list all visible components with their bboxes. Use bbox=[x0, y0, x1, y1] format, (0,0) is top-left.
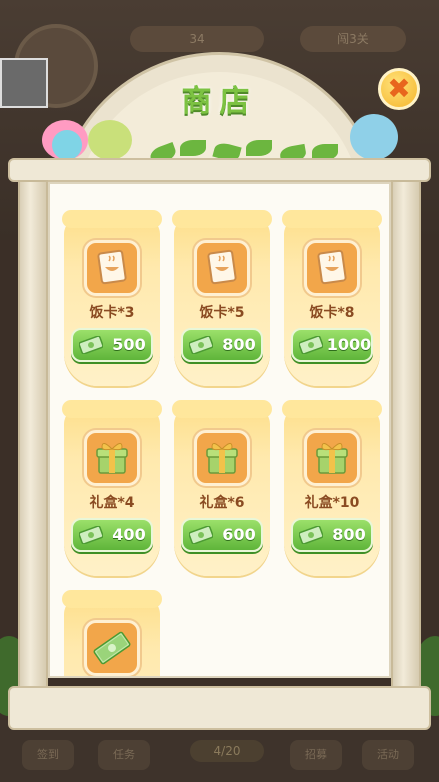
cash-icon bbox=[189, 336, 213, 354]
gift-box-icon bbox=[304, 430, 360, 486]
buy-button[interactable]: 800 bbox=[291, 518, 373, 552]
gift-box-icon bbox=[194, 430, 250, 486]
shop-cornice bbox=[8, 158, 431, 182]
price-label: 400 bbox=[112, 525, 146, 544]
meal-card-icon bbox=[194, 240, 250, 296]
shop-title: 商店 bbox=[181, 84, 258, 119]
shop-item-card bbox=[62, 590, 162, 676]
green-sprout-mascot bbox=[88, 120, 132, 160]
buy-button[interactable]: 800 bbox=[181, 328, 263, 362]
item-name: 礼盒*4 bbox=[89, 495, 135, 511]
shop-base bbox=[8, 686, 431, 730]
item-name: 礼盒*6 bbox=[199, 495, 245, 511]
cash-icon bbox=[79, 526, 103, 544]
leaf-decoration bbox=[246, 140, 272, 156]
shop-title-plate: 商店 bbox=[140, 78, 299, 126]
card-scroll-top bbox=[282, 210, 382, 228]
cash-icon bbox=[79, 336, 103, 354]
item-name: 礼盒*10 bbox=[304, 495, 360, 511]
item-name: 饭卡*3 bbox=[89, 305, 135, 321]
card-scroll-top bbox=[62, 590, 162, 608]
cash-icon bbox=[189, 526, 213, 544]
tab-sign-in: 签到 bbox=[22, 740, 74, 770]
card-scroll-top bbox=[172, 210, 272, 228]
shop-item-card: 饭卡*8 1000 bbox=[282, 210, 382, 386]
shop-item-card: 礼盒*4 400 bbox=[62, 400, 162, 576]
blue-bird-mascot bbox=[350, 114, 398, 160]
cash-bundle-icon bbox=[84, 620, 140, 676]
cash-icon bbox=[299, 336, 323, 354]
item-name: 饭卡*5 bbox=[199, 305, 245, 321]
tab-recruit: 招募 bbox=[290, 740, 342, 770]
meal-card-icon bbox=[304, 240, 360, 296]
item-name: 饭卡*8 bbox=[309, 305, 355, 321]
shop-item-card: 礼盒*10 800 bbox=[282, 400, 382, 576]
buy-button[interactable]: 600 bbox=[181, 518, 263, 552]
buy-button[interactable]: 400 bbox=[71, 518, 153, 552]
price-label: 800 bbox=[332, 525, 366, 544]
currency-counter: 34 bbox=[130, 26, 264, 52]
meal-card-icon bbox=[84, 240, 140, 296]
tab-events: 活动 bbox=[362, 740, 414, 770]
tab-tasks: 任务 bbox=[98, 740, 150, 770]
level-indicator: 闯3关 bbox=[300, 26, 406, 52]
leaf-decoration bbox=[180, 140, 206, 156]
price-label: 800 bbox=[222, 335, 256, 354]
price-label: 600 bbox=[222, 525, 256, 544]
buy-button[interactable]: 1000 bbox=[291, 328, 373, 362]
blue-creature-mascot bbox=[52, 130, 82, 160]
card-scroll-top bbox=[282, 400, 382, 418]
gift-box-icon bbox=[84, 430, 140, 486]
price-label: 500 bbox=[112, 335, 146, 354]
right-pillar bbox=[391, 180, 421, 688]
shop-item-card: 礼盒*6 600 bbox=[172, 400, 272, 576]
shop-item-card: 饭卡*3 500 bbox=[62, 210, 162, 386]
card-scroll-top bbox=[62, 210, 162, 228]
shop-item-card: 饭卡*5 800 bbox=[172, 210, 272, 386]
close-button[interactable]: ✖ bbox=[378, 68, 420, 110]
avatar-photo bbox=[0, 58, 48, 108]
shop-panel: 饭卡*3 500 饭卡*5 800 饭卡*8 1000 礼盒*4 400 礼盒*… bbox=[48, 182, 391, 678]
price-label: 1000 bbox=[326, 335, 372, 354]
cash-icon bbox=[299, 526, 323, 544]
buy-button[interactable]: 500 bbox=[71, 328, 153, 362]
card-scroll-top bbox=[172, 400, 272, 418]
bottom-progress: 4/20 bbox=[190, 740, 264, 762]
left-pillar bbox=[18, 180, 48, 688]
card-scroll-top bbox=[62, 400, 162, 418]
